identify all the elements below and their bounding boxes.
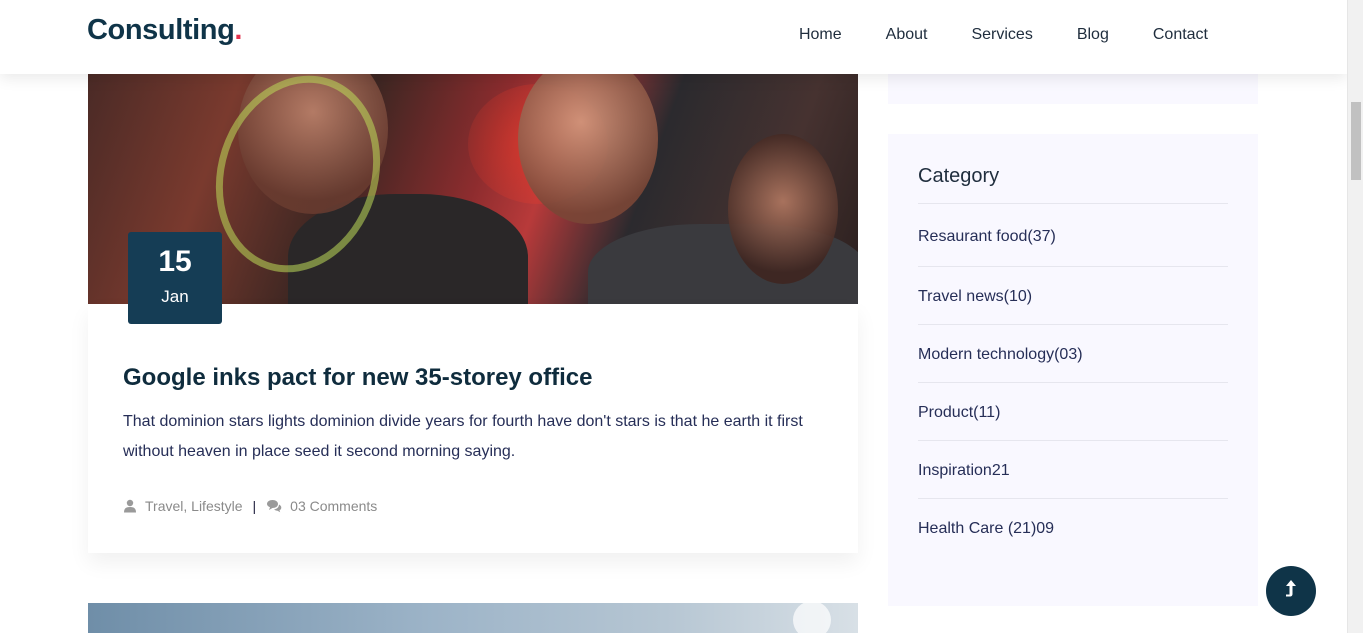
- date-day: 15: [158, 245, 192, 278]
- nav-about[interactable]: About: [886, 26, 928, 44]
- category-title: Category: [918, 165, 1000, 187]
- category-item[interactable]: Modern technology(03): [918, 325, 1228, 383]
- back-to-top-button[interactable]: [1266, 566, 1316, 616]
- logo-dot: .: [234, 14, 243, 46]
- post-meta: Travel, Lifestyle | 03 Comments: [123, 498, 377, 514]
- logo-text[interactable]: Consulting: [87, 14, 235, 46]
- category-item[interactable]: Resaurant food(37): [918, 207, 1228, 267]
- post-comments[interactable]: 03 Comments: [290, 498, 377, 514]
- category-item[interactable]: Inspiration21: [918, 441, 1228, 499]
- comments-icon: [266, 499, 282, 513]
- arrow-up-icon: [1283, 579, 1299, 604]
- post-excerpt: That dominion stars lights dominion divi…: [123, 413, 803, 460]
- scrollbar-thumb[interactable]: [1351, 102, 1361, 180]
- page-scrollbar[interactable]: [1347, 0, 1363, 633]
- user-icon: [123, 499, 137, 513]
- main-nav: Home About Services Blog Contact: [799, 26, 1208, 44]
- next-post-image[interactable]: [88, 603, 858, 633]
- meta-separator: |: [252, 498, 257, 514]
- post-title[interactable]: Google inks pact for new 35-storey offic…: [123, 364, 592, 392]
- nav-contact[interactable]: Contact: [1153, 26, 1208, 44]
- category-item[interactable]: Health Care (21)09: [918, 499, 1228, 557]
- category-item[interactable]: Product(11): [918, 383, 1228, 441]
- site-logo[interactable]: Consulting.: [87, 14, 242, 47]
- category-list: Resaurant food(37) Travel news(10) Moder…: [918, 227, 1228, 557]
- post-categories[interactable]: Travel, Lifestyle: [145, 498, 243, 514]
- category-item[interactable]: Travel news(10): [918, 267, 1228, 325]
- category-divider: [918, 203, 1228, 204]
- sidebar-previous-widget: [888, 74, 1258, 104]
- nav-services[interactable]: Services: [971, 26, 1032, 44]
- date-badge: 15 Jan: [128, 232, 222, 324]
- site-header: Consulting. Home About Services Blog Con…: [0, 0, 1347, 74]
- nav-blog[interactable]: Blog: [1077, 26, 1109, 44]
- category-widget: Category Resaurant food(37) Travel news(…: [888, 134, 1258, 606]
- date-month: Jan: [161, 287, 189, 306]
- nav-home[interactable]: Home: [799, 26, 842, 44]
